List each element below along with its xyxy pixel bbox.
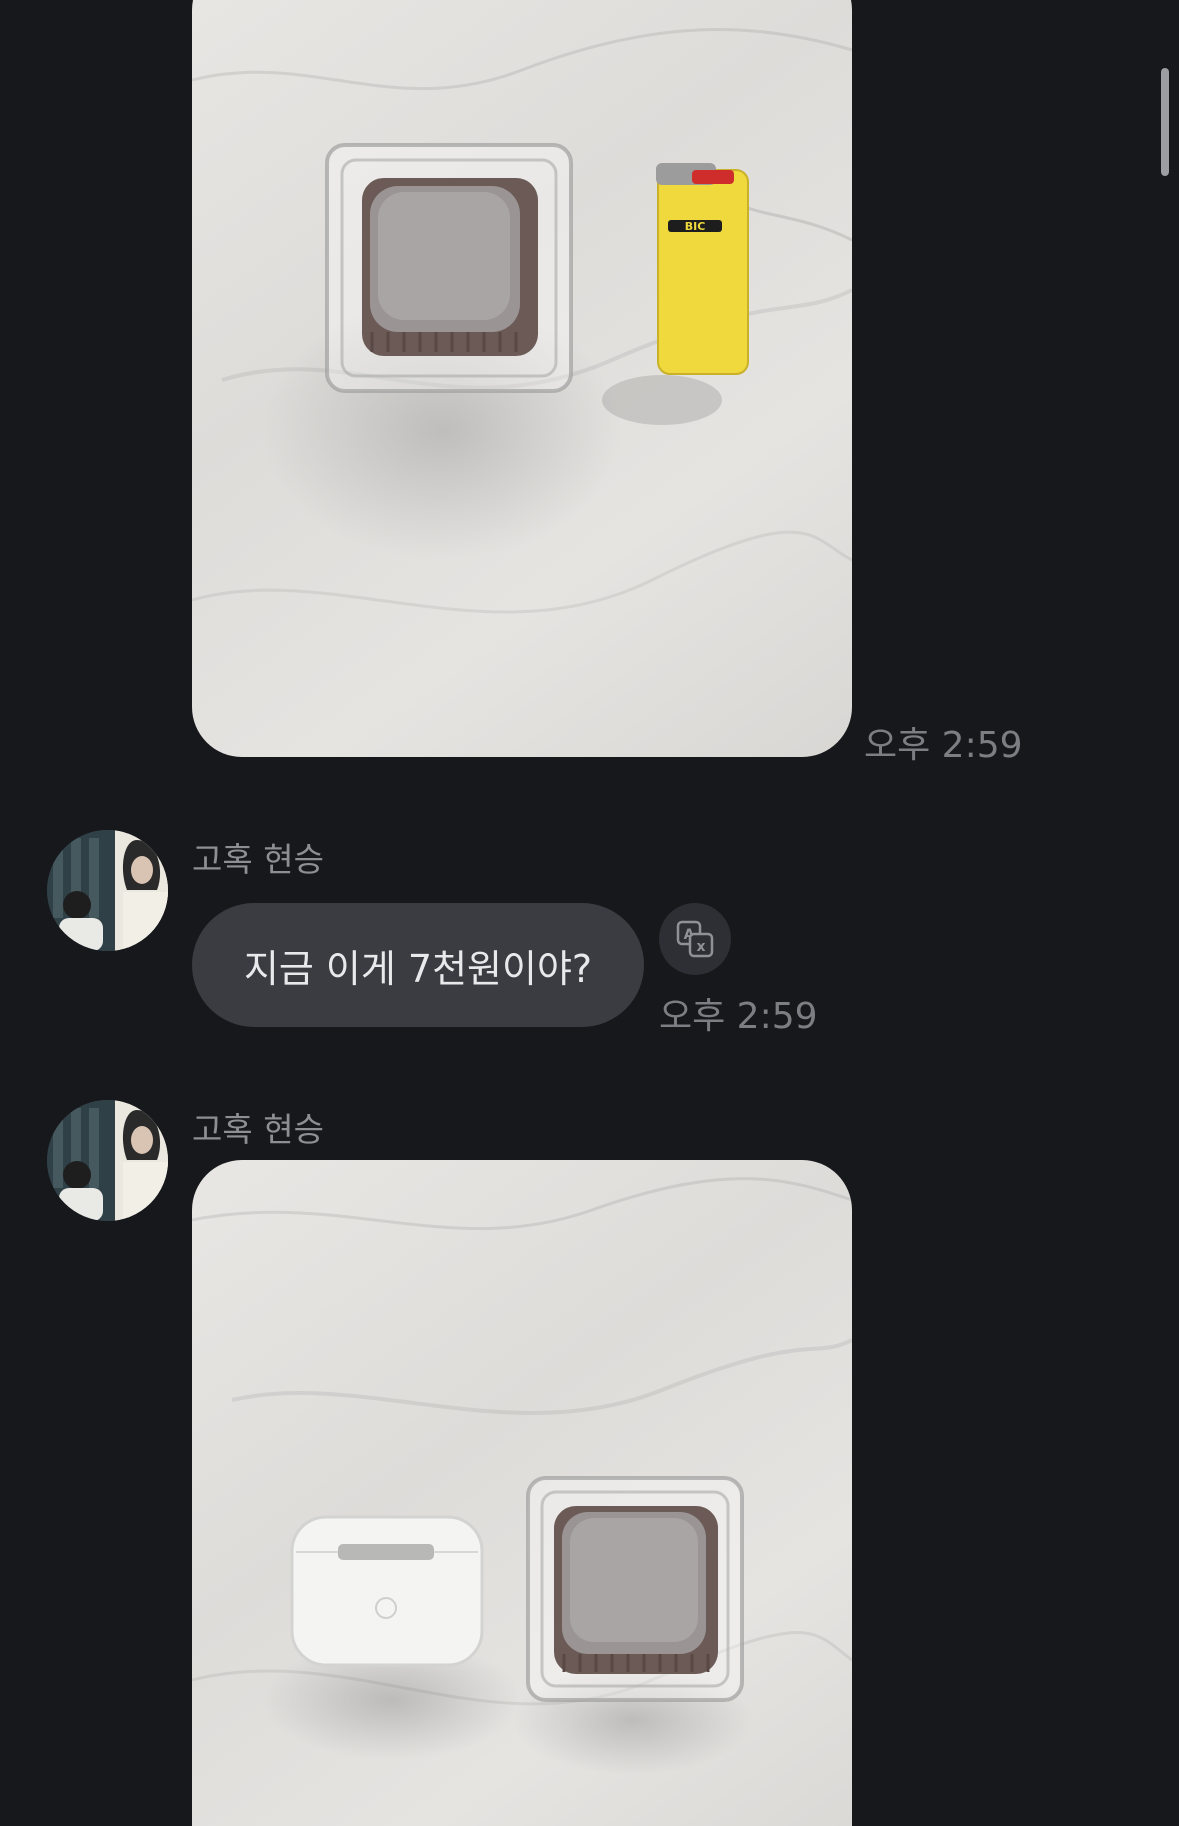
sender-avatar[interactable]: [47, 830, 168, 951]
message-image-airpods-brownie[interactable]: [192, 1160, 852, 1826]
sender-avatar[interactable]: [47, 1100, 168, 1221]
photo-brownie-lighter: BIC: [192, 28, 852, 614]
scrollbar[interactable]: [1161, 68, 1169, 176]
chat-thread[interactable]: BIC 오후 2:59 고혹 현승 지금 이게 7천원이야? A x 오후 2:…: [0, 0, 1179, 1826]
svg-text:x: x: [696, 939, 705, 955]
message-time: 오후 2:59: [864, 725, 1023, 766]
message-text: 지금 이게 7천원이야?: [243, 946, 593, 991]
sender-name: 고혹 현승: [192, 1110, 324, 1149]
translate-icon: A x: [676, 920, 714, 958]
message-bubble[interactable]: 지금 이게 7천원이야?: [192, 903, 644, 1027]
avatar-photo: [47, 1100, 168, 1221]
translate-button[interactable]: A x: [659, 903, 731, 975]
message-time: 오후 2:59: [659, 996, 818, 1037]
avatar-photo: [47, 830, 168, 951]
photo-airpods-brownie: [192, 1177, 852, 1775]
lighter-brand-text: BIC: [685, 220, 706, 233]
message-image-brownie-lighter[interactable]: BIC: [192, 0, 852, 757]
sender-name: 고혹 현승: [192, 840, 324, 879]
